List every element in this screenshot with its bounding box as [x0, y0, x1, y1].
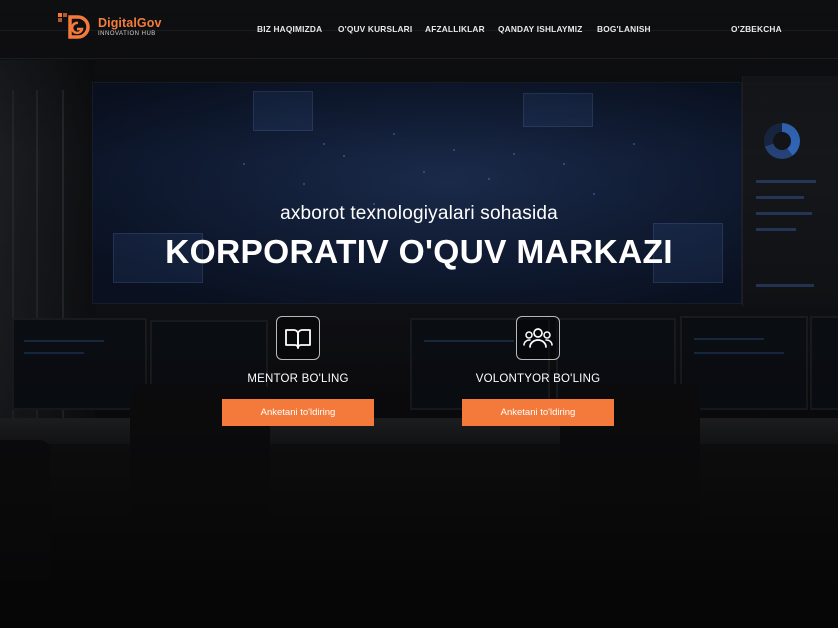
- mentor-cta: MENTOR BO'LING Anketani to'ldiring: [218, 316, 378, 426]
- nav-item-advantages[interactable]: AFZALLIKLAR: [425, 24, 485, 34]
- volunteer-label: VOLONTYOR BO'LING: [475, 373, 601, 385]
- volunteer-form-button[interactable]: Anketani to'ldiring: [462, 399, 614, 426]
- mentor-form-button[interactable]: Anketani to'ldiring: [222, 399, 374, 426]
- navbar: DigitalGov INNOVATION HUB BIZ HAQIMIZDA …: [0, 0, 838, 60]
- hero-title: KORPORATIV O'QUV MARKAZI: [165, 234, 673, 271]
- brand-logo[interactable]: DigitalGov INNOVATION HUB: [58, 10, 188, 44]
- users-icon: [516, 316, 560, 360]
- book-icon: [276, 316, 320, 360]
- digitalgov-logo-icon: [58, 11, 94, 43]
- brand-tagline: INNOVATION HUB: [98, 31, 156, 38]
- nav-item-how-we-work[interactable]: QANDAY ISHLAYMIZ: [498, 24, 583, 34]
- nav-item-contact[interactable]: BOG'LANISH: [597, 24, 651, 34]
- brand-name: DigitalGov: [98, 15, 162, 30]
- language-switcher[interactable]: O'ZBEKCHA: [731, 24, 782, 34]
- nav-item-about[interactable]: BIZ HAQIMIZDA: [257, 24, 322, 34]
- mentor-label: MENTOR BO'LING: [247, 373, 349, 385]
- hero-background: [0, 0, 838, 628]
- hero-subtitle: axborot texnologiyalari sohasida: [280, 203, 558, 224]
- nav-item-courses[interactable]: O'QUV KURSLARI: [338, 24, 412, 34]
- volunteer-cta: VOLONTYOR BO'LING Anketani to'ldiring: [458, 316, 618, 426]
